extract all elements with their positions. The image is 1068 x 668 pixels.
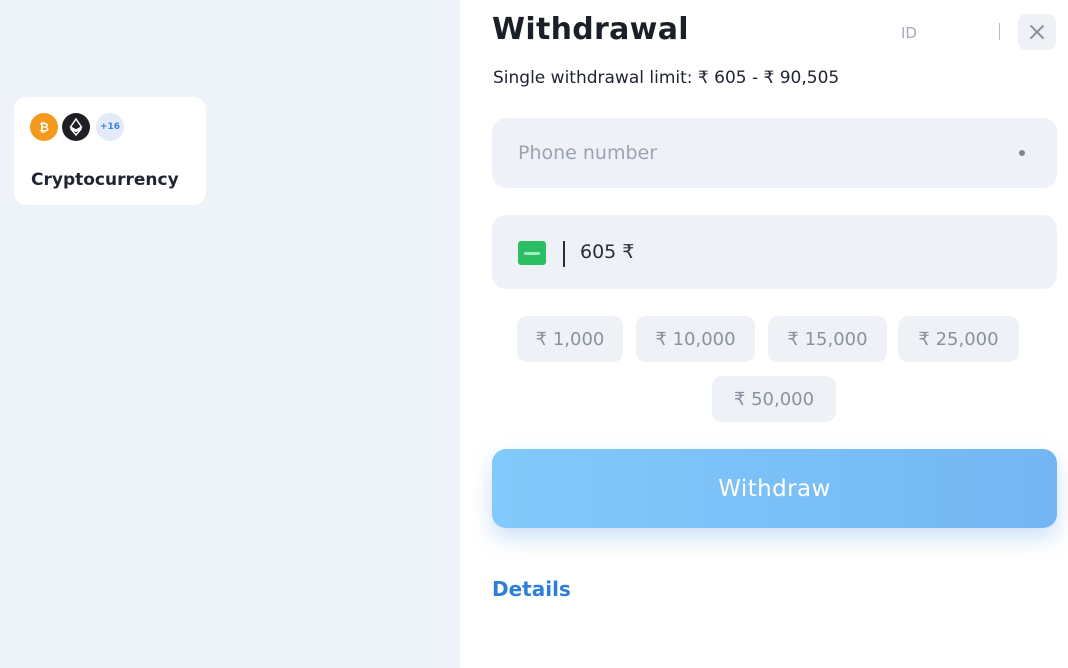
quick-amount-button[interactable]: ₹ 15,000: [768, 316, 887, 362]
header-divider: [999, 23, 1000, 40]
withdraw-button[interactable]: Withdraw: [492, 449, 1057, 528]
payment-methods-pane: ₿ +16 Cryptocurrency: [0, 0, 460, 668]
withdrawal-limit-text: Single withdrawal limit: ₹ 605 - ₹ 90,50…: [493, 68, 840, 88]
quick-amount-button[interactable]: ₹ 10,000: [636, 316, 755, 362]
quick-amount-button[interactable]: ₹ 1,000: [517, 316, 623, 362]
bitcoin-icon: ₿: [30, 113, 58, 141]
phone-field: [492, 118, 1057, 188]
quick-amount-button[interactable]: ₹ 25,000: [898, 316, 1019, 362]
phone-input[interactable]: [492, 118, 1057, 188]
page-title: Withdrawal: [492, 12, 689, 47]
more-methods-badge: +16: [96, 113, 124, 141]
id-label: ID: [901, 24, 917, 42]
ethereum-icon: [62, 113, 90, 141]
quick-amount-button[interactable]: ₹ 50,000: [712, 376, 836, 422]
amount-divider: [563, 241, 565, 267]
field-indicator-dot: [1019, 150, 1025, 156]
details-link[interactable]: Details: [492, 577, 571, 601]
close-icon: [1030, 25, 1044, 39]
method-card-cryptocurrency[interactable]: ₿ +16 Cryptocurrency: [14, 97, 206, 205]
close-button[interactable]: [1018, 14, 1056, 50]
svg-text:₿: ₿: [39, 121, 49, 135]
method-label: Cryptocurrency: [31, 170, 179, 190]
amount-input[interactable]: [580, 215, 980, 289]
amount-field: [492, 215, 1057, 289]
withdrawal-panel: Withdrawal ID Single withdrawal limit: ₹…: [460, 0, 1068, 668]
payment-method-icon: [518, 241, 546, 265]
